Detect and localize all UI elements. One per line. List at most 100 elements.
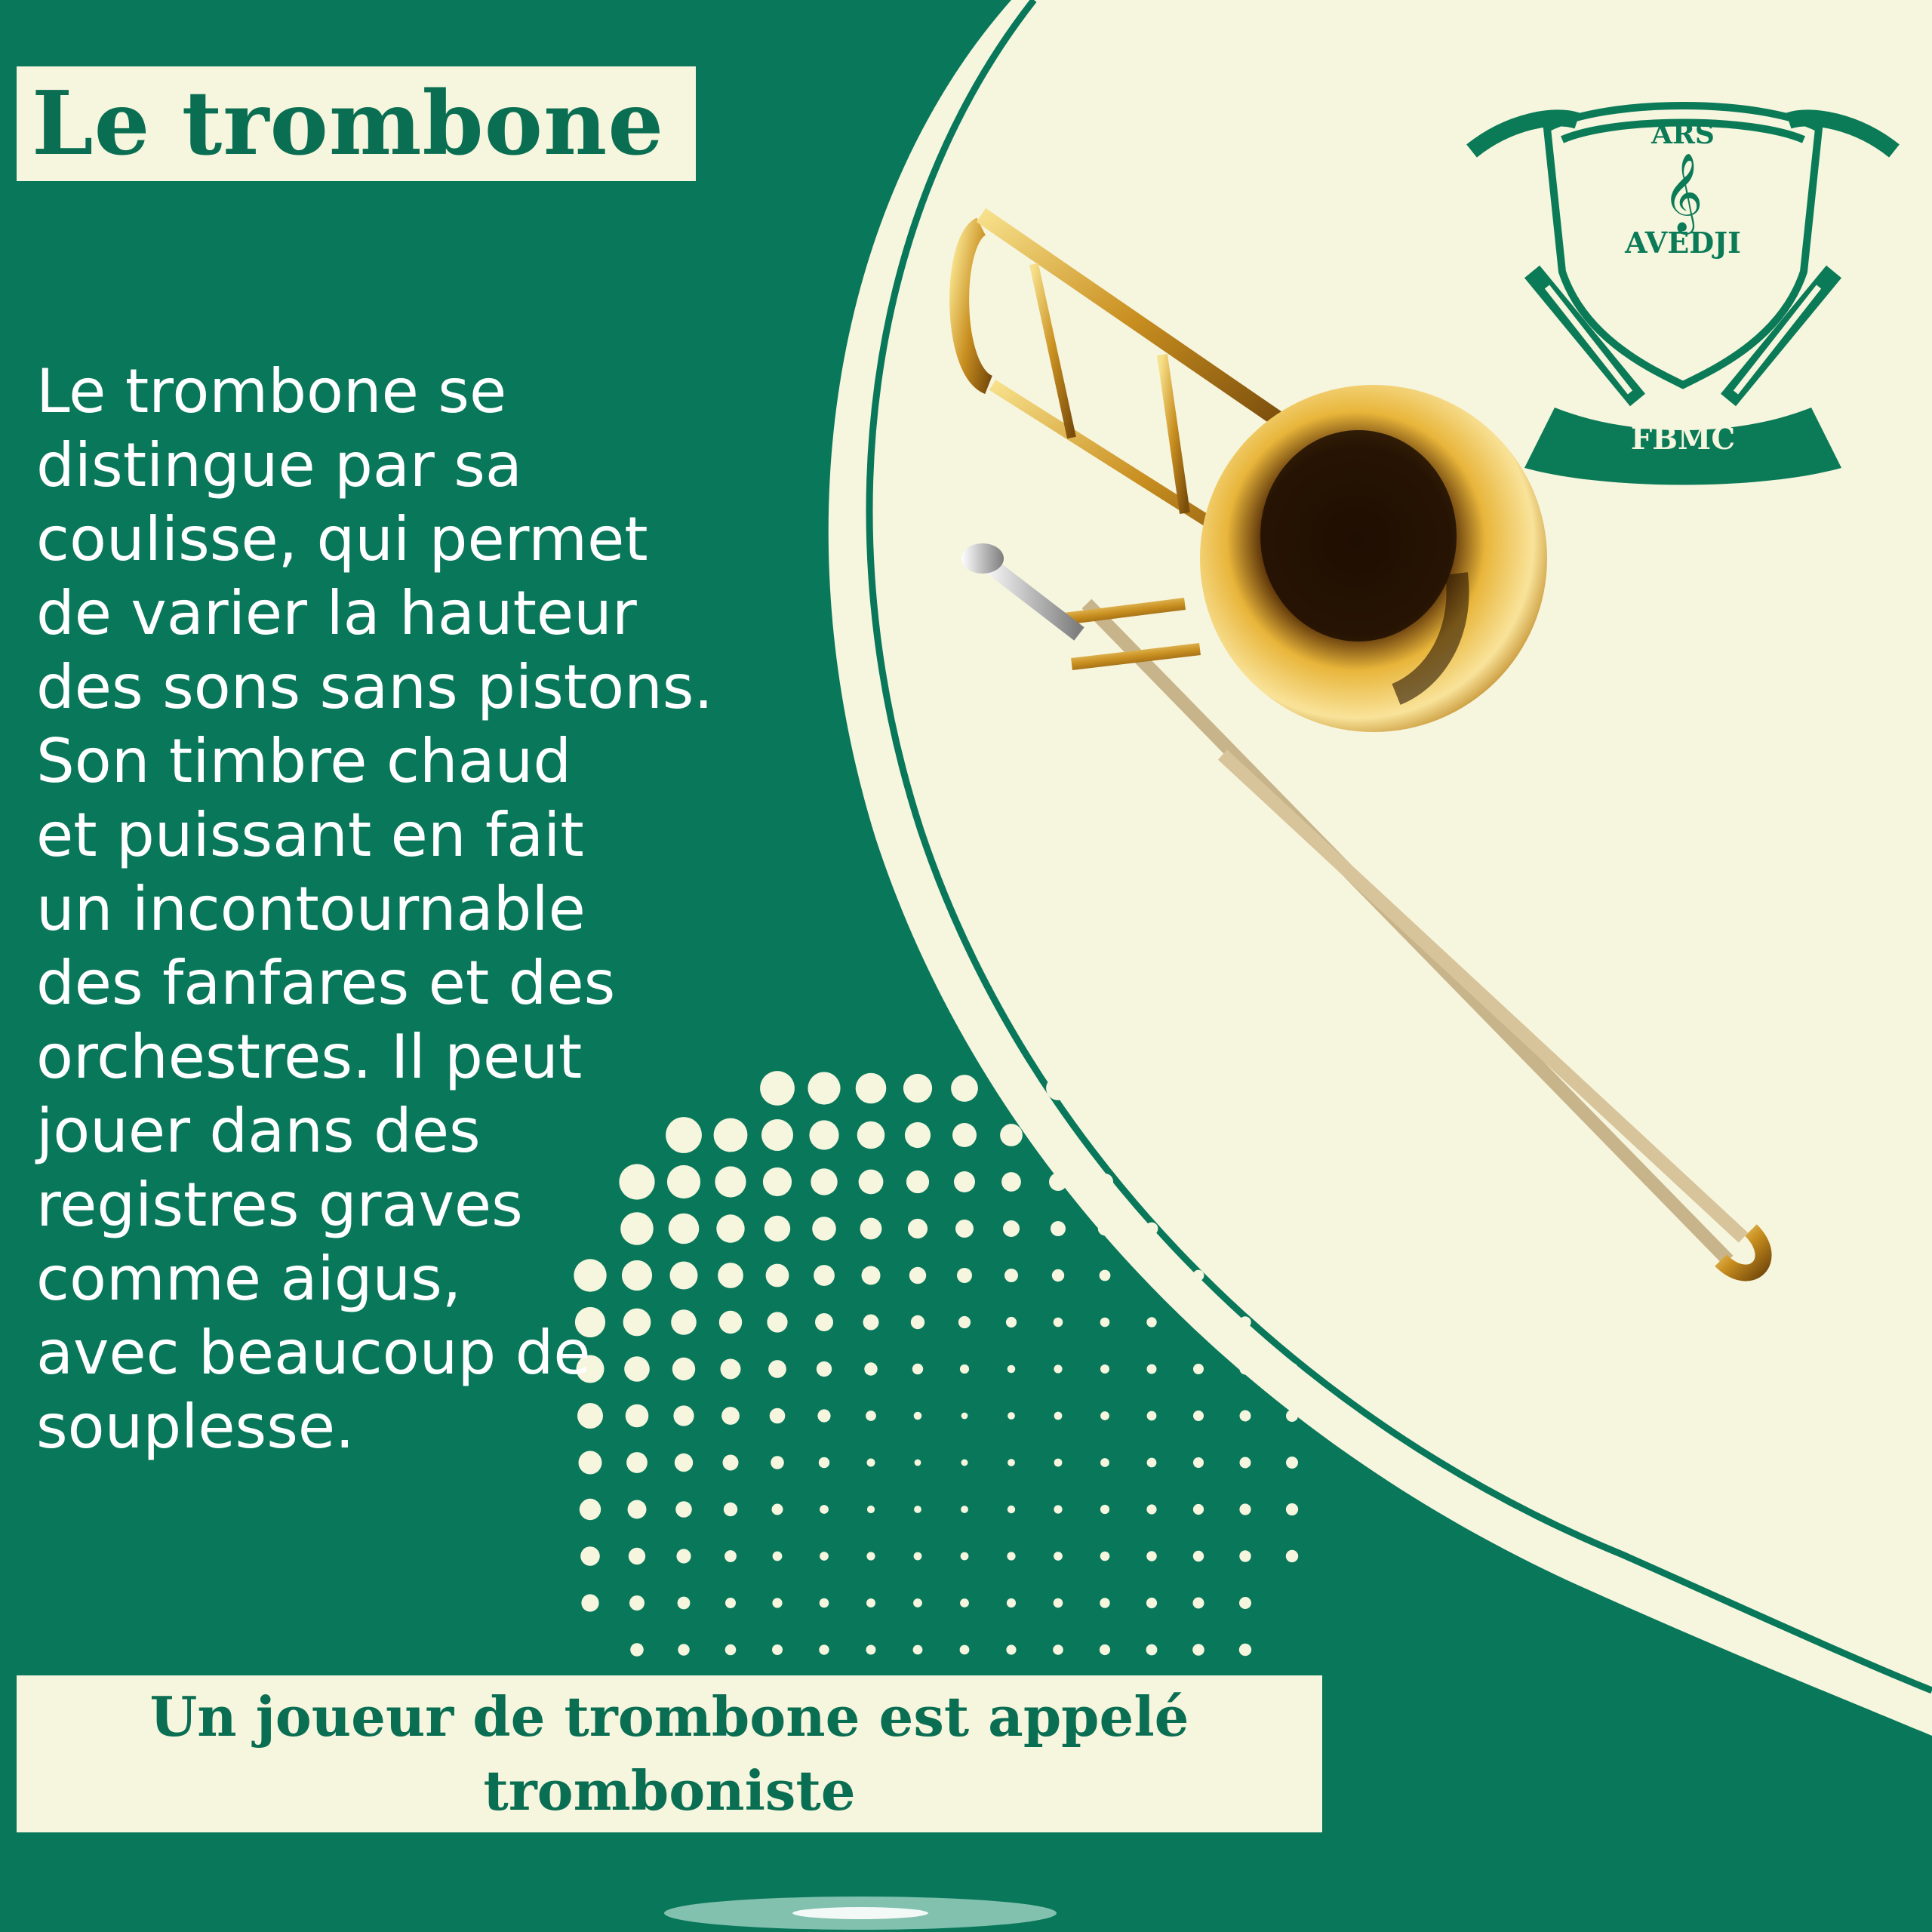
- halftone-dot: [1006, 1598, 1017, 1608]
- poster: ARS 𝄞 AVEDJI FBMC Le trombone Le trombon…: [0, 0, 1932, 1932]
- halftone-dot: [1100, 1364, 1109, 1374]
- halftone-dot: [1146, 1457, 1157, 1468]
- halftone-dot: [864, 1362, 878, 1376]
- halftone-dot: [1285, 1362, 1299, 1376]
- halftone-dot: [1054, 1411, 1063, 1420]
- halftone-dot: [1053, 1644, 1063, 1655]
- description-text: Le trombone se distingue par sa coulisse…: [36, 356, 713, 1462]
- halftone-dot: [866, 1552, 875, 1561]
- halftone-dot: [866, 1644, 876, 1655]
- halftone-dot: [1100, 1504, 1110, 1515]
- halftone-dot: [913, 1411, 922, 1420]
- halftone-dot: [1193, 1411, 1204, 1421]
- halftone-dot: [677, 1596, 691, 1610]
- halftone-dot: [961, 1506, 968, 1513]
- halftone-dot: [1285, 1549, 1299, 1563]
- halftone-dot: [771, 1456, 784, 1469]
- halftone-dot: [811, 1168, 838, 1195]
- halftone-dot: [1054, 1505, 1063, 1514]
- halftone-dot: [817, 1409, 831, 1423]
- halftone-dot: [912, 1644, 923, 1655]
- halftone-dot: [724, 1550, 737, 1562]
- halftone-dot: [772, 1644, 783, 1655]
- halftone-dot: [858, 1169, 884, 1195]
- halftone-dot: [772, 1551, 783, 1561]
- halftone-dot: [857, 1121, 885, 1149]
- logo-middle-text: AVEDJI: [1624, 226, 1741, 260]
- halftone-dot: [1006, 1644, 1017, 1655]
- halftone-dot: [960, 1552, 969, 1561]
- halftone-dot: [760, 1071, 795, 1106]
- halftone-dot: [1146, 1364, 1157, 1374]
- caption-line-1: Un joueur de trombone est appelé: [149, 1684, 1189, 1749]
- halftone-dot: [820, 1505, 829, 1514]
- halftone-dot: [1054, 1552, 1063, 1561]
- halftone-dot: [914, 1506, 921, 1513]
- halftone-dot: [815, 1313, 833, 1331]
- halftone-dot: [910, 1315, 925, 1330]
- halftone-dot: [866, 1598, 875, 1607]
- caption-banner: Un joueur de trombone est appelé trombon…: [17, 1675, 1322, 1832]
- halftone-dot: [907, 1218, 928, 1239]
- halftone-dot: [772, 1598, 783, 1608]
- halftone-dot: [723, 1502, 738, 1517]
- halftone-dot: [961, 1459, 968, 1466]
- halftone-dot: [914, 1459, 921, 1466]
- halftone-dot: [1100, 1598, 1110, 1608]
- fanfare-crest-logo: ARS 𝄞 AVEDJI FBMC: [1466, 102, 1900, 485]
- halftone-dot: [1007, 1505, 1016, 1514]
- halftone-dot: [1100, 1551, 1110, 1561]
- halftone-dot: [629, 1595, 645, 1611]
- halftone-dot: [1054, 1364, 1063, 1374]
- halftone-dot: [1054, 1458, 1063, 1467]
- halftone-dot: [1193, 1364, 1204, 1374]
- halftone-dot: [912, 1363, 924, 1375]
- halftone-dot: [724, 1644, 737, 1656]
- halftone-dot: [725, 1598, 736, 1608]
- logo-banner-text: FBMC: [1631, 421, 1735, 457]
- halftone-dot: [816, 1361, 832, 1377]
- halftone-dot: [630, 1643, 644, 1657]
- halftone-dot: [855, 1072, 887, 1104]
- halftone-dot: [761, 1119, 793, 1151]
- halftone-dot: [1192, 1503, 1204, 1515]
- halftone-dot: [678, 1644, 690, 1656]
- halftone-dot: [1239, 1363, 1251, 1375]
- halftone-dot: [819, 1598, 829, 1608]
- treble-clef-icon: 𝄞: [1663, 152, 1703, 235]
- title-banner: Le trombone: [17, 66, 696, 181]
- halftone-dot: [809, 1120, 839, 1150]
- halftone-dot: [1100, 1411, 1109, 1420]
- halftone-dot: [961, 1412, 968, 1420]
- halftone-dot: [1192, 1644, 1204, 1656]
- halftone-dot: [1099, 1644, 1111, 1656]
- halftone-dot: [812, 1217, 836, 1241]
- halftone-dot: [904, 1121, 931, 1149]
- logo-top-text: ARS: [1651, 118, 1715, 150]
- halftone-dot: [1239, 1597, 1251, 1609]
- halftone-dot: [765, 1263, 789, 1287]
- halftone-dot: [860, 1217, 882, 1240]
- halftone-dot: [1007, 1364, 1016, 1374]
- halftone-dot: [820, 1552, 829, 1561]
- halftone-dot: [1146, 1411, 1157, 1421]
- page-title: Le trombone: [32, 72, 665, 175]
- halftone-dot: [959, 1644, 970, 1655]
- halftone-dot: [913, 1552, 922, 1561]
- halftone-dot: [866, 1458, 875, 1467]
- halftone-dot: [863, 1314, 879, 1331]
- halftone-dot: [814, 1265, 835, 1286]
- halftone-dot: [1192, 1597, 1204, 1609]
- halftone-dot: [906, 1170, 930, 1194]
- halftone-dot: [1192, 1550, 1204, 1562]
- halftone-dot: [1239, 1503, 1251, 1515]
- halftone-dot: [579, 1498, 601, 1521]
- caption: Un joueur de trombone est appelé trombon…: [150, 1680, 1189, 1828]
- halftone-dot: [767, 1312, 788, 1333]
- halftone-dot: [675, 1501, 692, 1518]
- halftone-dot: [1239, 1550, 1251, 1562]
- halftone-dot: [819, 1644, 829, 1655]
- halftone-dot: [1239, 1457, 1251, 1469]
- halftone-dot: [1286, 1410, 1298, 1422]
- halftone-dot: [769, 1407, 786, 1424]
